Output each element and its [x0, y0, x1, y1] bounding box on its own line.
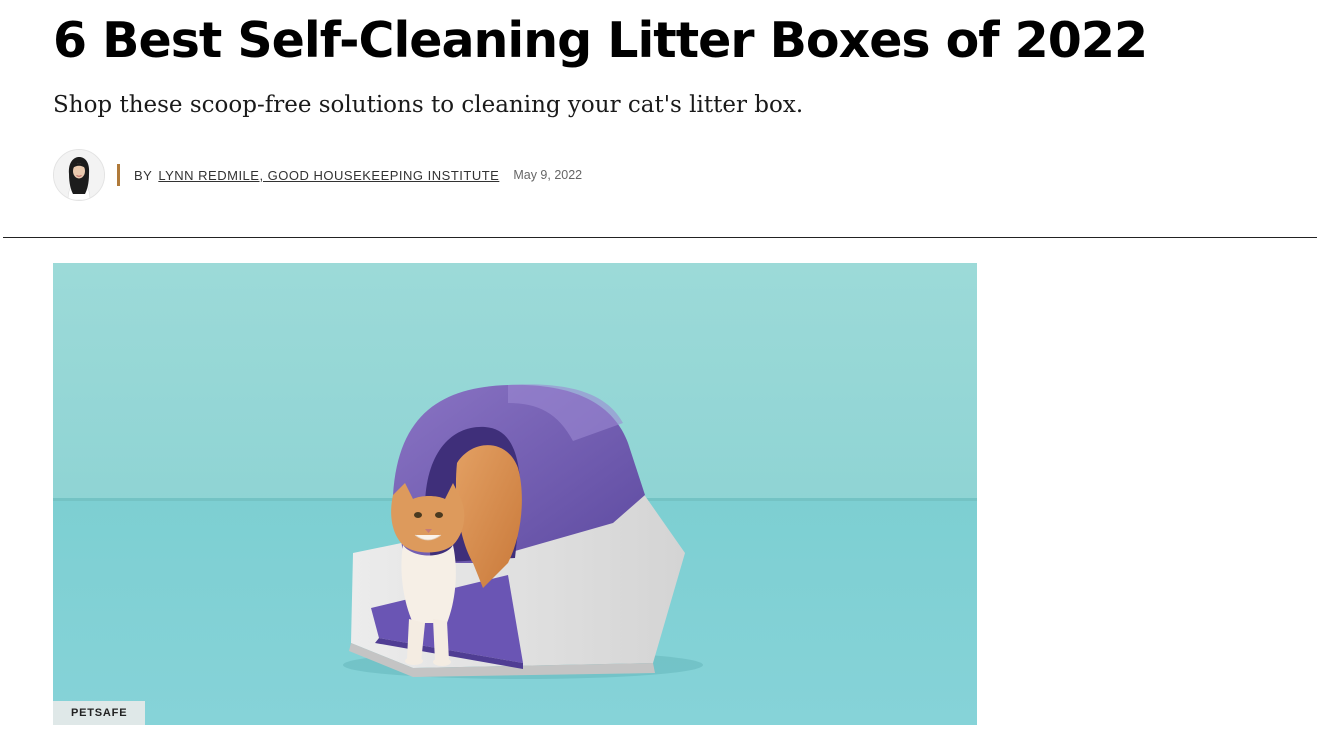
article-headline: 6 Best Self-Cleaning Litter Boxes of 202…	[53, 12, 1148, 69]
article-dek: Shop these scoop-free solutions to clean…	[53, 92, 804, 118]
byline: BY LYNN REDMILE, GOOD HOUSEKEEPING INSTI…	[53, 149, 582, 201]
litter-box-cat-image	[53, 263, 977, 725]
byline-accent-bar	[117, 164, 120, 186]
author-avatar-icon	[54, 150, 104, 200]
publish-date: May 9, 2022	[513, 168, 583, 182]
byline-prefix: BY	[134, 167, 153, 183]
hero-image: PETSAFE	[53, 263, 977, 725]
header-divider	[3, 237, 1317, 238]
author-avatar[interactable]	[53, 149, 105, 201]
image-credit: PETSAFE	[53, 701, 146, 725]
author-link[interactable]: LYNN REDMILE, GOOD HOUSEKEEPING INSTITUT…	[158, 168, 499, 183]
